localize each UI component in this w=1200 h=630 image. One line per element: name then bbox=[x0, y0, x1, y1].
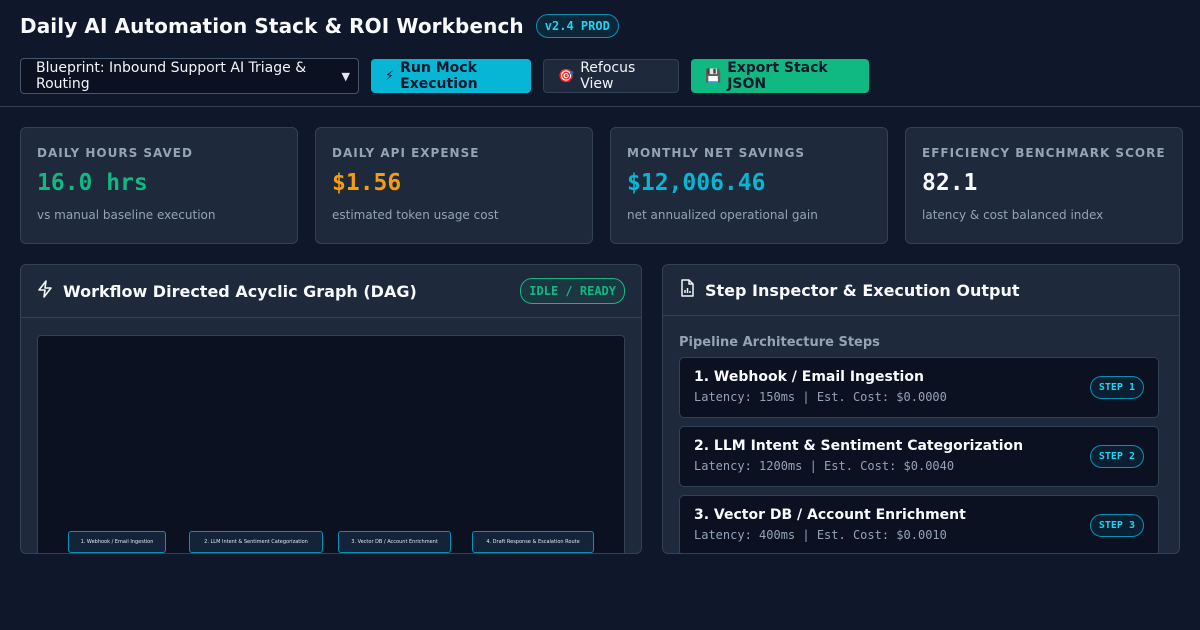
metric-subtext: latency & cost balanced index bbox=[922, 208, 1104, 222]
toolbar: Blueprint: Inbound Support AI Triage & R… bbox=[20, 58, 869, 94]
steps-heading: Pipeline Architecture Steps bbox=[679, 335, 880, 350]
step-badge: STEP 2 bbox=[1089, 445, 1144, 468]
step-title: 3. Vector DB / Account Enrichment bbox=[694, 507, 966, 523]
metric-value: 16.0 hrs bbox=[37, 170, 148, 196]
metric-label: DAILY API EXPENSE bbox=[332, 146, 480, 160]
lightning-icon: ⚡ bbox=[385, 68, 395, 84]
step-title: 2. LLM Intent & Sentiment Categorization bbox=[694, 438, 1024, 454]
metric-subtext: vs manual baseline execution bbox=[37, 208, 216, 222]
lightning-icon bbox=[37, 280, 53, 302]
status-badge: IDLE / READY bbox=[520, 278, 625, 304]
metric-card-api-expense: DAILY API EXPENSE $1.56 estimated token … bbox=[315, 127, 593, 244]
step-meta: Latency: 150ms | Est. Cost: $0.0000 bbox=[694, 390, 947, 404]
step-card[interactable]: 1. Webhook / Email Ingestion Latency: 15… bbox=[679, 357, 1159, 418]
dag-node-draft-response[interactable]: 4. Draft Response & Escalation Route bbox=[472, 531, 594, 553]
dag-panel-title: Workflow Directed Acyclic Graph (DAG) bbox=[63, 281, 417, 301]
metric-label: MONTHLY NET SAVINGS bbox=[627, 146, 806, 160]
step-meta: Latency: 400ms | Est. Cost: $0.0010 bbox=[694, 528, 947, 542]
export-stack-json-button[interactable]: 💾 Export Stack JSON bbox=[691, 59, 869, 93]
metric-subtext: estimated token usage cost bbox=[332, 208, 499, 222]
metric-label: EFFICIENCY BENCHMARK SCORE bbox=[922, 146, 1166, 160]
inspector-panel-title: Step Inspector & Execution Output bbox=[705, 280, 1020, 300]
step-card[interactable]: 2. LLM Intent & Sentiment Categorization… bbox=[679, 426, 1159, 487]
step-meta: Latency: 1200ms | Est. Cost: $0.0040 bbox=[694, 459, 955, 473]
inspector-panel: Step Inspector & Execution Output Pipeli… bbox=[662, 264, 1180, 554]
blueprint-select[interactable]: Blueprint: Inbound Support AI Triage & R… bbox=[20, 58, 359, 94]
dag-node-vector-db-enrichment[interactable]: 3. Vector DB / Account Enrichment bbox=[338, 531, 451, 553]
metrics-row: DAILY HOURS SAVED 16.0 hrs vs manual bas… bbox=[20, 127, 1183, 244]
step-badge: STEP 3 bbox=[1089, 514, 1144, 537]
metric-value: $1.56 bbox=[332, 170, 402, 196]
dag-canvas[interactable]: 1. Webhook / Email Ingestion 2. LLM Inte… bbox=[37, 335, 625, 553]
inspector-panel-header: Step Inspector & Execution Output bbox=[663, 265, 1179, 316]
target-icon: 🎯 bbox=[558, 68, 575, 84]
refocus-view-button[interactable]: 🎯 Refocus View bbox=[543, 59, 679, 93]
step-card[interactable]: 3. Vector DB / Account Enrichment Latenc… bbox=[679, 495, 1159, 553]
blueprint-select-value: Blueprint: Inbound Support AI Triage & R… bbox=[36, 60, 307, 92]
inspector-title-wrap: Step Inspector & Execution Output bbox=[679, 279, 1020, 301]
metric-value: $12,006.46 bbox=[627, 170, 766, 196]
run-mock-execution-label: Run Mock Execution bbox=[400, 60, 478, 92]
dag-panel-header: Workflow Directed Acyclic Graph (DAG) ID… bbox=[21, 265, 641, 318]
app-header: Daily AI Automation Stack & ROI Workbenc… bbox=[0, 0, 1200, 107]
dag-title-wrap: Workflow Directed Acyclic Graph (DAG) bbox=[37, 280, 417, 302]
chevron-down-icon: ▼ bbox=[341, 69, 350, 83]
metric-label: DAILY HOURS SAVED bbox=[37, 146, 193, 160]
app-title: Daily AI Automation Stack & ROI Workbenc… bbox=[20, 14, 524, 38]
dag-panel: Workflow Directed Acyclic Graph (DAG) ID… bbox=[20, 264, 642, 554]
step-badge: STEP 1 bbox=[1089, 376, 1144, 399]
dag-node-webhook-ingestion[interactable]: 1. Webhook / Email Ingestion bbox=[68, 531, 166, 553]
refocus-view-label: Refocus View bbox=[580, 60, 636, 92]
metric-card-efficiency-score: EFFICIENCY BENCHMARK SCORE 82.1 latency … bbox=[905, 127, 1183, 244]
metric-subtext: net annualized operational gain bbox=[627, 208, 818, 222]
title-row: Daily AI Automation Stack & ROI Workbenc… bbox=[20, 14, 619, 38]
metric-card-hours-saved: DAILY HOURS SAVED 16.0 hrs vs manual bas… bbox=[20, 127, 298, 244]
floppy-disk-icon: 💾 bbox=[705, 68, 722, 84]
step-title: 1. Webhook / Email Ingestion bbox=[694, 369, 924, 385]
dag-node-llm-categorization[interactable]: 2. LLM Intent & Sentiment Categorization bbox=[189, 531, 323, 553]
document-chart-icon bbox=[679, 279, 695, 301]
export-stack-json-label: Export Stack JSON bbox=[727, 60, 828, 92]
run-mock-execution-button[interactable]: ⚡ Run Mock Execution bbox=[371, 59, 531, 93]
version-badge: v2.4 PROD bbox=[535, 14, 619, 38]
metric-value: 82.1 bbox=[922, 170, 978, 196]
metric-card-net-savings: MONTHLY NET SAVINGS $12,006.46 net annua… bbox=[610, 127, 888, 244]
